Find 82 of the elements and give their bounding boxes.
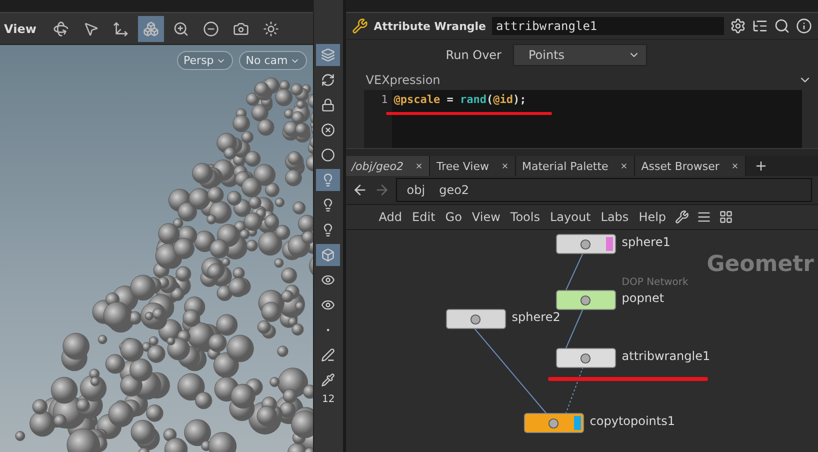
camera-icon xyxy=(233,20,249,36)
camera-menu[interactable]: No cam xyxy=(238,51,307,70)
menu-item[interactable]: Go xyxy=(440,210,467,224)
add-tab-icon[interactable] xyxy=(754,159,768,173)
viewer-title: View xyxy=(4,22,38,36)
rotate-icon xyxy=(53,20,69,36)
network-node[interactable] xyxy=(556,348,616,368)
code-line: @pscale = rand(@id); xyxy=(392,92,528,108)
network-node[interactable] xyxy=(556,234,616,254)
pane-tab[interactable]: Asset Browser xyxy=(635,156,746,176)
tree-icon[interactable] xyxy=(752,18,768,34)
grid-icon[interactable] xyxy=(719,210,734,224)
node-wire xyxy=(565,253,584,290)
pipette-icon xyxy=(321,373,336,387)
node-type-label: Attribute Wrangle xyxy=(374,20,486,32)
sphere-icon xyxy=(470,314,482,324)
sphere-icon xyxy=(580,352,592,364)
close-icon[interactable] xyxy=(501,162,509,170)
pane-tab[interactable]: Tree View xyxy=(430,156,516,176)
node-type-caption: DOP Network xyxy=(622,277,688,288)
node-label: popnet xyxy=(622,291,664,305)
circle-icon xyxy=(321,148,336,162)
info-icon[interactable] xyxy=(796,18,812,34)
network-node[interactable] xyxy=(524,413,584,433)
list-icon[interactable] xyxy=(697,210,712,224)
pointer-icon xyxy=(83,20,99,36)
run-over-label: Run Over xyxy=(446,48,502,62)
close-icon[interactable] xyxy=(731,162,740,170)
network-node[interactable] xyxy=(556,290,616,310)
path-crumb[interactable]: obj xyxy=(402,183,430,197)
display-option-button[interactable] xyxy=(316,244,340,266)
lock-icon xyxy=(321,98,336,112)
wrench-icon xyxy=(352,18,368,34)
path-crumb[interactable]: geo2 xyxy=(435,183,474,197)
node-label: copytopoints1 xyxy=(590,414,675,428)
minus-circle-icon xyxy=(203,20,219,36)
zoom-icon xyxy=(173,20,189,36)
camera-menu[interactable]: Persp xyxy=(176,51,233,70)
point-count: 12 xyxy=(322,394,335,405)
layers-icon xyxy=(321,48,336,62)
sphere-icon xyxy=(548,418,560,428)
sun-icon xyxy=(263,20,279,36)
code-editor[interactable]: 1 @pscale = rand(@id); xyxy=(364,90,802,148)
line-number: 1 xyxy=(364,90,392,148)
cube-icon xyxy=(321,248,336,262)
node-wire xyxy=(565,366,584,414)
menu-item[interactable]: Help xyxy=(634,210,672,224)
close-icon[interactable] xyxy=(620,162,628,170)
menu-item[interactable]: Labs xyxy=(596,210,634,224)
menu-item[interactable]: View xyxy=(466,210,506,224)
display-option-button[interactable] xyxy=(316,169,340,191)
pane-tab[interactable]: /obj/geo2 xyxy=(346,156,430,176)
node-wire xyxy=(565,308,584,348)
menu-item[interactable]: Add xyxy=(374,210,408,224)
back-icon[interactable] xyxy=(352,182,368,198)
close-circle-icon xyxy=(321,123,336,137)
node-label: attribwrangle1 xyxy=(622,349,710,363)
wrench-icon[interactable] xyxy=(675,210,690,224)
sphere-icon xyxy=(580,294,592,306)
eye-icon xyxy=(321,273,336,287)
axes-icon xyxy=(113,20,129,36)
pen-icon xyxy=(321,348,336,362)
refresh-icon xyxy=(321,73,336,87)
display-option-button[interactable] xyxy=(316,44,340,66)
settings-icon[interactable] xyxy=(730,18,746,34)
node-label: sphere1 xyxy=(622,235,670,249)
network-node[interactable] xyxy=(446,309,506,329)
menu-item[interactable]: Tools xyxy=(505,210,545,224)
eye-icon xyxy=(321,298,336,312)
sphere-icon xyxy=(580,238,592,250)
node-label: sphere2 xyxy=(512,310,560,324)
context-label: Geometr xyxy=(706,252,814,277)
menu-item[interactable]: Layout xyxy=(544,210,596,224)
close-icon[interactable] xyxy=(415,162,424,170)
search-icon[interactable] xyxy=(774,18,790,34)
node-name-field[interactable]: attribwrangle1 xyxy=(492,17,724,35)
cubes-icon xyxy=(143,20,159,36)
run-over-dropdown[interactable]: Points xyxy=(513,44,648,66)
menu-item[interactable]: Edit xyxy=(407,210,440,224)
pane-tab[interactable]: Material Palette xyxy=(516,156,636,176)
code-label: VEXpression xyxy=(366,73,440,87)
forward-icon[interactable] xyxy=(374,182,390,198)
